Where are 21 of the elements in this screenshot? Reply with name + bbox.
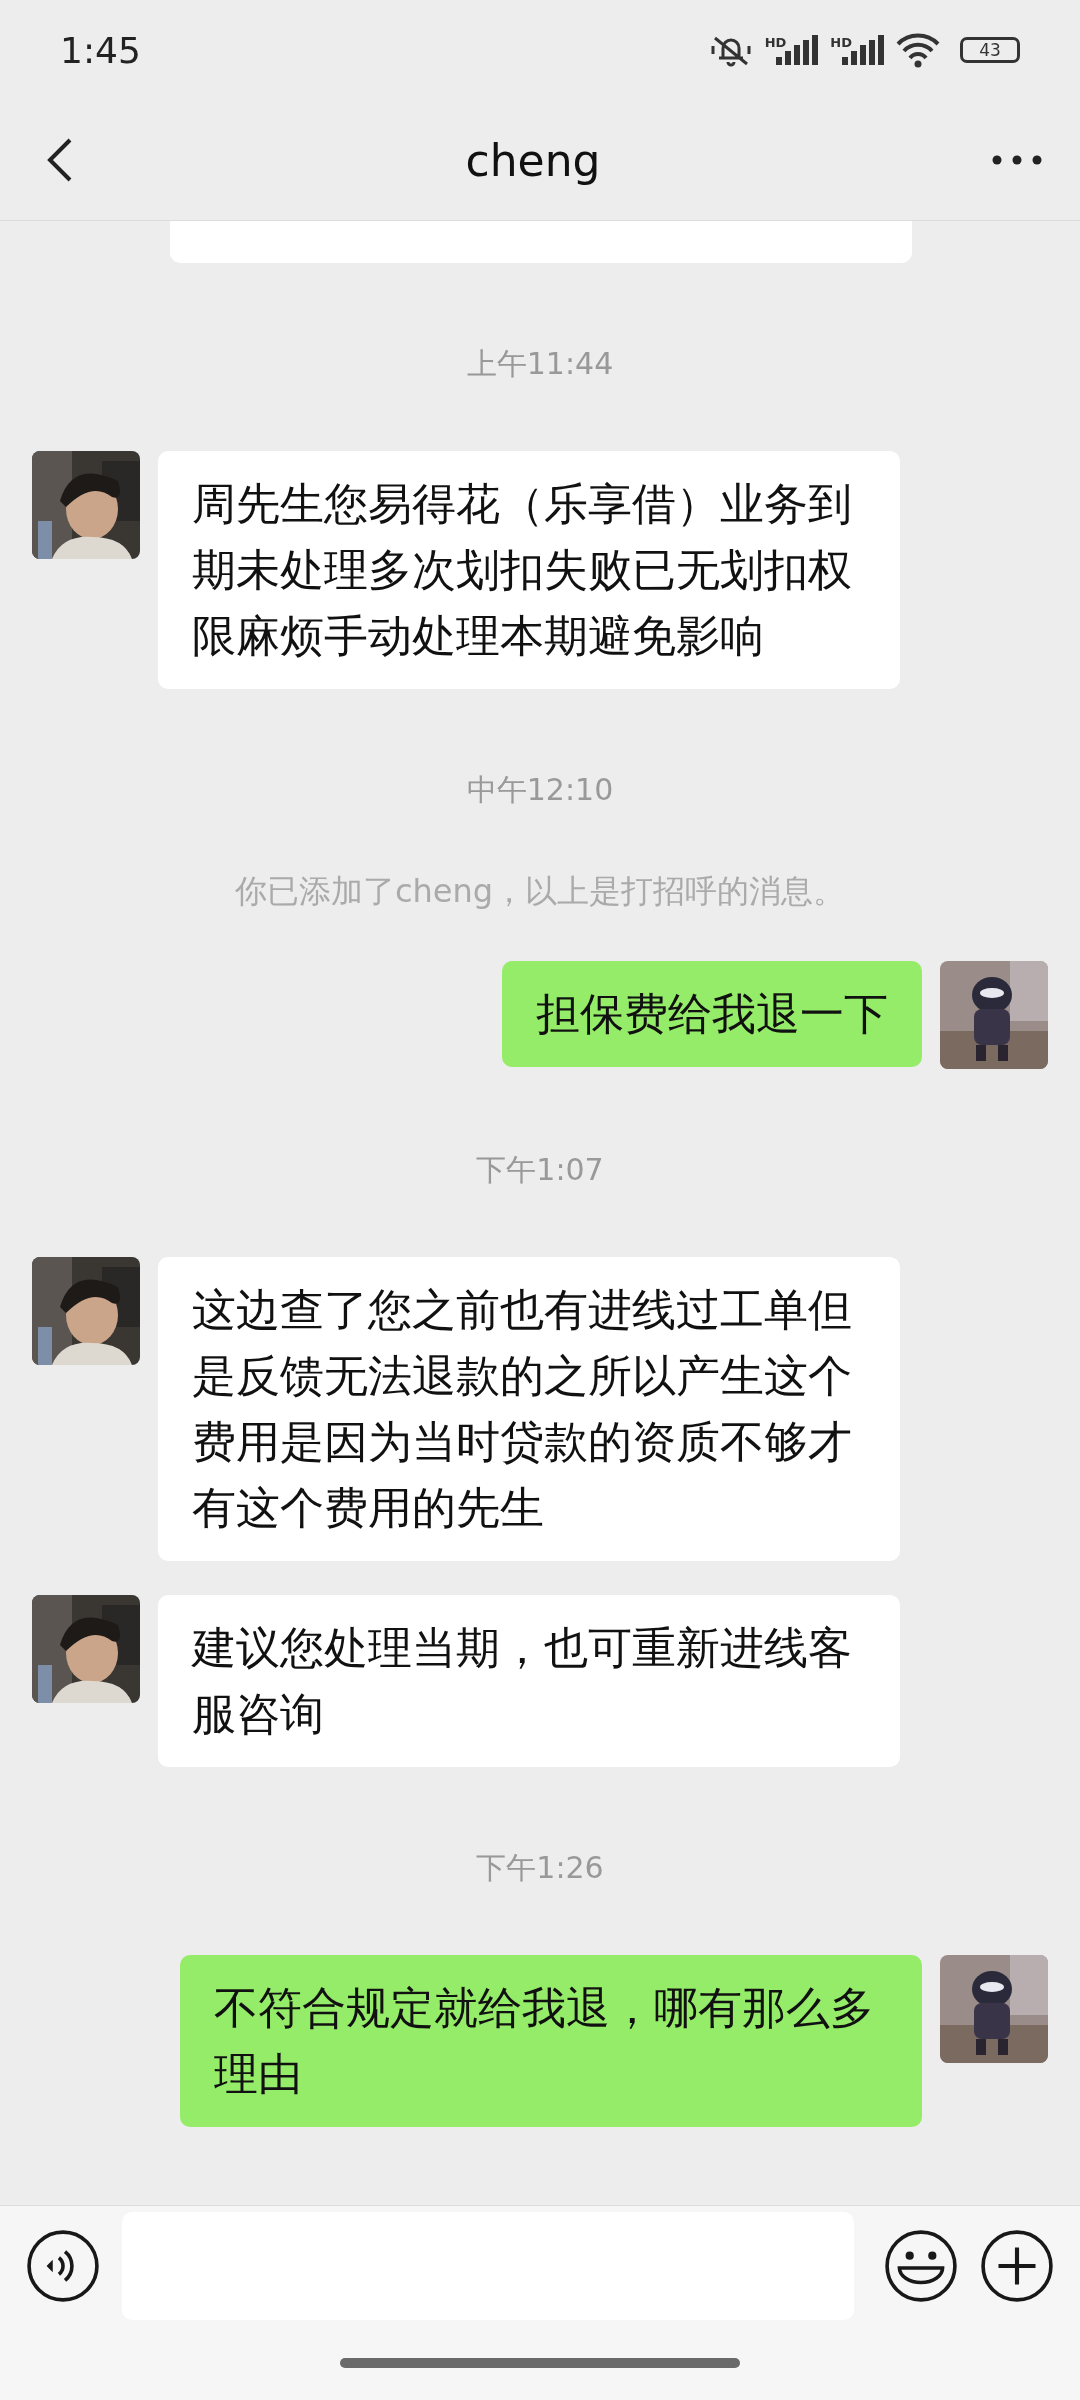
received-message: 建议您处理当期，也可重新进线客服咨询 xyxy=(158,1595,900,1767)
status-time: 1:45 xyxy=(60,29,141,71)
timestamp: 上午11:44 xyxy=(465,347,615,381)
network-label: HD xyxy=(830,35,852,50)
system-notice: 你已添加了cheng，以上是打招呼的消息。 xyxy=(233,873,847,909)
chat-title: cheng xyxy=(465,134,601,186)
timestamp: 下午1:26 xyxy=(475,1851,605,1885)
emoji-icon[interactable] xyxy=(884,2229,958,2303)
timestamp: 下午1:07 xyxy=(475,1153,605,1187)
add-icon[interactable] xyxy=(980,2229,1054,2303)
network-label: HD xyxy=(764,35,787,50)
timestamp: 中午12:10 xyxy=(465,773,615,807)
sent-message: 担保费给我退一下 xyxy=(502,961,922,1067)
sent-message: 不符合规定就给我退，哪有那么多理由 xyxy=(180,1955,922,2127)
back-icon[interactable] xyxy=(46,136,74,184)
received-message: 周先生您易得花（乐享借）业务到期未处理多次划扣失败已无划扣权限麻烦手动处理本期避免影响 xyxy=(158,451,900,689)
more-icon[interactable] xyxy=(992,155,1042,165)
received-message: 这边查了您之前也有进线过工单但是反馈无法退款的之所以产生这个费用是因为当时贷款的资质不够才有这个费用的先生 xyxy=(158,1257,900,1561)
wifi-icon xyxy=(896,32,940,68)
battery-icon: 43 xyxy=(960,37,1020,63)
voice-icon[interactable] xyxy=(26,2229,100,2303)
